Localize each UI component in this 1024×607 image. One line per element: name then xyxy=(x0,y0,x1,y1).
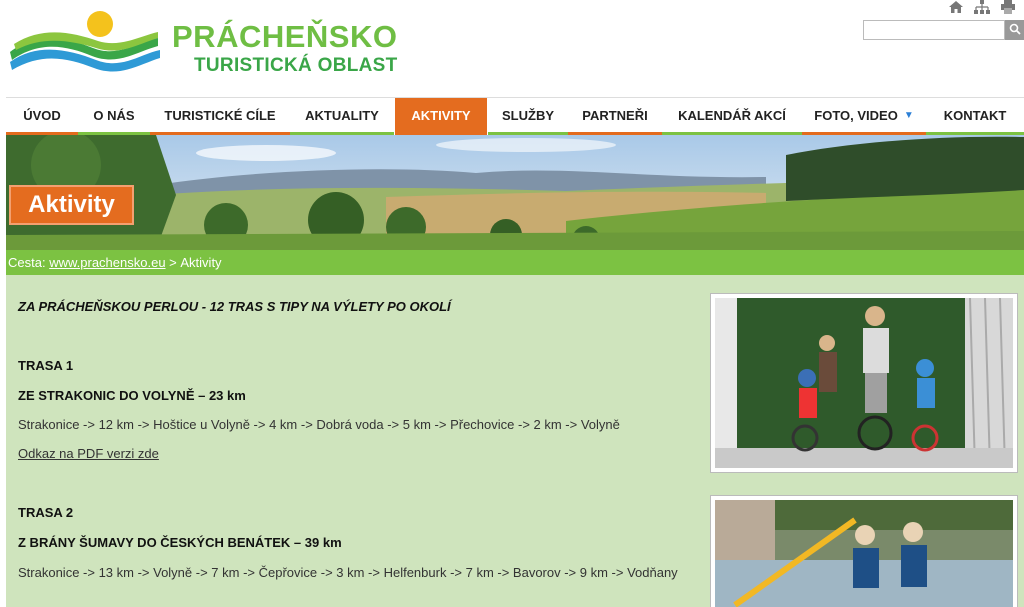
route-heading: TRASA 1 xyxy=(18,358,74,373)
breadcrumb-prefix: Cesta: xyxy=(8,255,46,270)
site-header: PRÁCHEŇSKO TURISTICKÁ OBLAST xyxy=(0,0,1024,96)
nav-item-kontakt[interactable]: KONTAKT xyxy=(926,98,1024,136)
nav-item-turisticke-cile[interactable]: TURISTICKÉ CÍLE xyxy=(150,98,290,136)
hero-banner xyxy=(6,135,1024,250)
breadcrumb-separator: > xyxy=(169,255,177,270)
nav-item-foto-video[interactable]: FOTO, VIDEO ▼ xyxy=(802,98,926,136)
search-icon xyxy=(1009,23,1021,35)
nav-item-uvod[interactable]: ÚVOD xyxy=(6,98,78,136)
route-title: Z BRÁNY ŠUMAVY DO ČESKÝCH BENÁTEK – 39 k… xyxy=(18,535,342,550)
nav-item-kalendar-akci[interactable]: KALENDÁŘ AKCÍ xyxy=(662,98,802,136)
top-icons xyxy=(942,0,1022,18)
search-input[interactable] xyxy=(863,20,1005,40)
nav-label: O NÁS xyxy=(93,107,135,123)
home-icon[interactable] xyxy=(948,0,964,19)
main-nav: ÚVOD O NÁS TURISTICKÉ CÍLE AKTUALITY AKT… xyxy=(6,97,1024,136)
nav-item-aktuality[interactable]: AKTUALITY xyxy=(290,98,394,136)
nav-item-sluzby[interactable]: SLUŽBY xyxy=(488,98,568,136)
route-title: ZE STRAKONIC DO VOLYNĚ – 23 km xyxy=(18,388,246,403)
article-intro: ZA PRÁCHEŇSKOU PERLOU - 12 TRAS S TIPY N… xyxy=(18,299,451,314)
main-content: ZA PRÁCHEŇSKOU PERLOU - 12 TRAS S TIPY N… xyxy=(6,275,1024,607)
route-heading: TRASA 2 xyxy=(18,505,74,520)
route-path: Strakonice -> 12 km -> Hoštice u Volyně … xyxy=(18,417,620,432)
route-path: Strakonice -> 13 km -> Volyně -> 7 km ->… xyxy=(18,565,678,580)
photo-cyclists-image xyxy=(715,297,1013,469)
brand-title: PRÁCHEŇSKO xyxy=(172,19,398,54)
sitemap-icon[interactable] xyxy=(974,0,990,19)
page-heading-badge: Aktivity xyxy=(9,185,134,225)
print-icon[interactable] xyxy=(1000,0,1016,19)
nav-item-partneri[interactable]: PARTNEŘI xyxy=(568,98,662,136)
nav-label: FOTO, VIDEO xyxy=(814,107,898,123)
search-button[interactable] xyxy=(1005,20,1024,40)
nav-item-aktivity[interactable]: AKTIVITY xyxy=(395,98,487,136)
nav-label: KALENDÁŘ AKCÍ xyxy=(678,107,786,123)
breadcrumb-current: Aktivity xyxy=(180,255,222,270)
photo-canoeists-image xyxy=(715,500,1013,607)
nav-item-o-nas[interactable]: O NÁS xyxy=(78,98,150,136)
nav-label: SLUŽBY xyxy=(502,107,554,123)
brand-subtitle: TURISTICKÁ OBLAST xyxy=(194,55,398,76)
nav-label: ÚVOD xyxy=(23,107,61,123)
breadcrumb-home-link[interactable]: www.prachensko.eu xyxy=(49,255,165,270)
cycling-family-photo[interactable] xyxy=(710,293,1018,473)
breadcrumb: Cesta: www.prachensko.eu > Aktivity xyxy=(6,250,1024,275)
nav-label: KONTAKT xyxy=(943,107,1007,123)
nav-label: PARTNEŘI xyxy=(582,107,648,123)
nav-label: AKTIVITY xyxy=(411,107,471,123)
logo-mark-icon xyxy=(10,11,160,72)
chevron-down-icon: ▼ xyxy=(903,109,914,121)
canoe-photo[interactable] xyxy=(710,495,1018,607)
nav-label: AKTUALITY xyxy=(305,107,379,123)
landscape-image xyxy=(6,135,1024,250)
pdf-link[interactable]: Odkaz na PDF verzi zde xyxy=(18,446,159,461)
nav-label: TURISTICKÉ CÍLE xyxy=(164,107,276,123)
